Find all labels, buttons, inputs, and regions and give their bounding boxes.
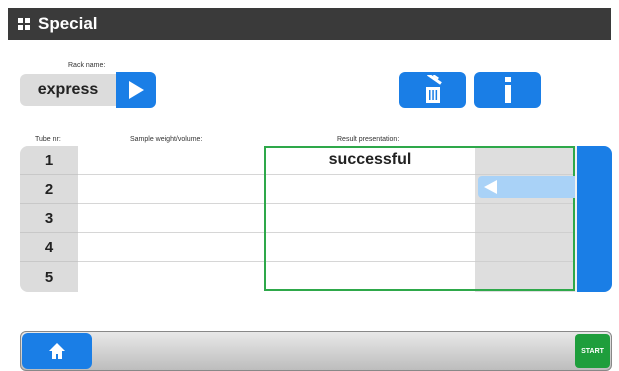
window-title: Special: [38, 14, 98, 33]
trash-icon: [425, 75, 442, 103]
result-cell: [265, 262, 475, 292]
column-header-tube: Tube nr:: [35, 136, 61, 143]
sample-weight-cell[interactable]: [78, 175, 265, 204]
result-cell: [265, 204, 475, 233]
table-row[interactable]: 4: [20, 233, 575, 262]
info-button[interactable]: [474, 72, 541, 108]
rack-name-field[interactable]: express: [20, 74, 116, 106]
column-header-weight: Sample weight/volume:: [130, 136, 203, 143]
title-bar: Special: [8, 8, 611, 40]
result-cell: successful: [265, 146, 475, 175]
tube-number: 4: [20, 233, 78, 262]
sample-table: 1 successful 2 3 4 5: [20, 146, 610, 292]
bottom-toolbar: [20, 331, 612, 371]
row-side-cell: [475, 262, 575, 292]
table-row[interactable]: 5: [20, 262, 575, 292]
delete-button[interactable]: [399, 72, 466, 108]
table-row[interactable]: 3: [20, 204, 575, 233]
row-side-cell: [475, 204, 575, 233]
tube-number: 3: [20, 204, 78, 233]
row-side-cell: [475, 233, 575, 262]
sample-weight-cell[interactable]: [78, 204, 265, 233]
column-header-result: Result presentation:: [337, 136, 400, 143]
grid-icon: [18, 18, 30, 30]
sample-weight-cell[interactable]: [78, 233, 265, 262]
tube-number: 1: [20, 146, 78, 175]
home-icon: [49, 343, 65, 359]
table-row[interactable]: 1 successful: [20, 146, 575, 175]
info-icon: [504, 77, 511, 103]
side-scroll-panel[interactable]: [577, 146, 612, 292]
rack-select-button[interactable]: [116, 72, 156, 108]
sample-weight-cell[interactable]: [78, 262, 265, 292]
rack-name-value: express: [37, 81, 99, 98]
start-button[interactable]: START: [575, 334, 610, 368]
tube-number: 2: [20, 175, 78, 204]
back-arrow-button[interactable]: [478, 176, 575, 198]
home-button[interactable]: [22, 333, 92, 369]
row-side-cell: [475, 146, 575, 175]
result-cell: [265, 233, 475, 262]
result-cell: [265, 175, 475, 204]
play-icon: [129, 81, 144, 99]
tube-number: 5: [20, 262, 78, 292]
start-label: START: [581, 347, 604, 355]
back-arrow-icon: [484, 180, 497, 194]
rack-name-label: Rack name:: [68, 62, 106, 69]
sample-weight-cell[interactable]: [78, 146, 265, 175]
